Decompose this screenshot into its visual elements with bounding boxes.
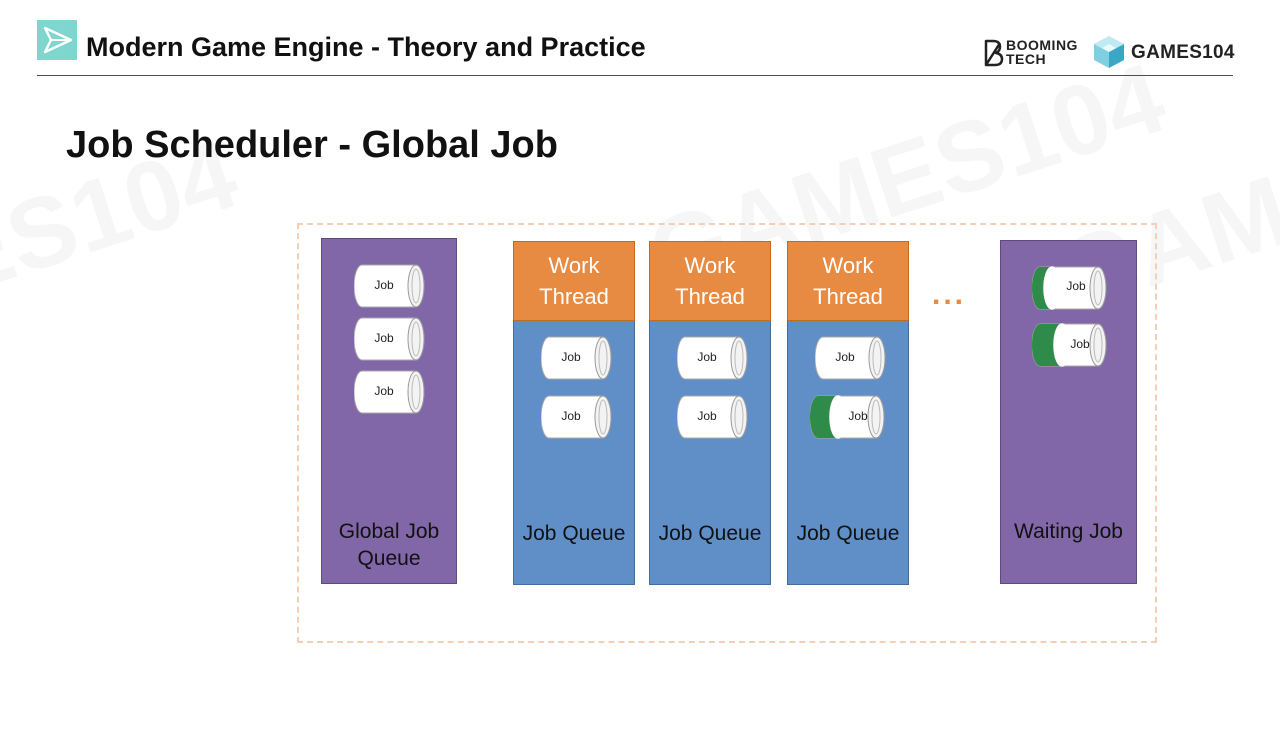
work-thread-3-header: Work Thread bbox=[787, 241, 909, 321]
games104-cube-icon bbox=[1093, 35, 1125, 69]
header-line: Thread bbox=[675, 284, 745, 309]
global-job-queue-label: Global Job Queue bbox=[321, 518, 457, 572]
job-label: Job bbox=[374, 278, 394, 292]
job-label: Job bbox=[561, 350, 581, 364]
job-label: Job bbox=[374, 331, 394, 345]
job-item-partial: Job bbox=[810, 395, 885, 439]
games104-logo-text: GAMES104 bbox=[1131, 42, 1235, 63]
job-item: Job bbox=[815, 336, 887, 380]
job-item: Job bbox=[541, 395, 613, 439]
job-item: Job bbox=[541, 336, 613, 380]
course-logo-icon bbox=[37, 20, 77, 60]
booming-text: BOOMING bbox=[1006, 37, 1078, 53]
job-item: Job bbox=[354, 317, 426, 361]
course-title: Modern Game Engine - Theory and Practice bbox=[86, 32, 646, 62]
job-label: Job bbox=[374, 384, 394, 398]
header-line: Work bbox=[684, 253, 736, 278]
booming-tech-logo-icon bbox=[983, 39, 1005, 67]
header-line: Work bbox=[548, 253, 600, 278]
job-label: Job bbox=[561, 409, 581, 423]
job-item: Job bbox=[677, 336, 749, 380]
job-item: Job bbox=[677, 395, 749, 439]
work-thread-1-header: Work Thread bbox=[513, 241, 635, 321]
job-label: Job bbox=[1066, 279, 1086, 293]
waiting-job-label: Waiting Job bbox=[1014, 520, 1123, 543]
slide-title: Job Scheduler - Global Job bbox=[66, 124, 558, 166]
job-queue-label: Job Queue bbox=[522, 522, 626, 545]
label-line: Global Job bbox=[338, 520, 440, 543]
job-item: Job bbox=[354, 264, 426, 308]
header-divider bbox=[37, 75, 1233, 76]
more-threads-ellipsis: ... bbox=[932, 278, 967, 311]
header-line: Thread bbox=[539, 284, 609, 309]
job-item: Job bbox=[354, 370, 426, 414]
tech-text: TECH bbox=[1006, 51, 1047, 67]
header-line: Work bbox=[822, 253, 874, 278]
booming-tech-logo-text: BOOMING TECH bbox=[1006, 38, 1078, 66]
job-label: Job bbox=[697, 409, 717, 423]
work-thread-2-header: Work Thread bbox=[649, 241, 771, 321]
job-label: Job bbox=[1070, 337, 1090, 351]
job-label: Job bbox=[848, 409, 868, 423]
waiting-job-item: Job bbox=[1032, 266, 1107, 310]
job-label: Job bbox=[697, 350, 717, 364]
header-line: Thread bbox=[813, 284, 883, 309]
job-label: Job bbox=[835, 350, 855, 364]
job-queue-label: Job Queue bbox=[658, 522, 762, 545]
job-queue-label: Job Queue bbox=[796, 522, 900, 545]
label-line: Queue bbox=[357, 547, 421, 570]
waiting-job-item: Job bbox=[1032, 323, 1107, 367]
